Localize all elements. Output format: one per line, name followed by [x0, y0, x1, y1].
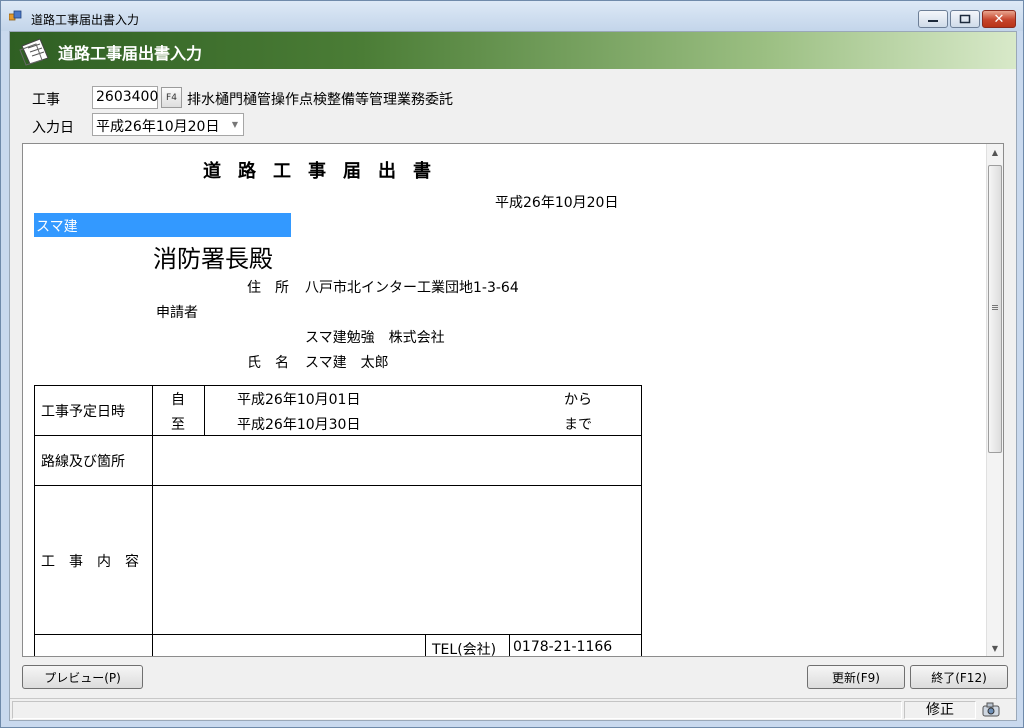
scroll-up-icon[interactable]: ▲	[987, 144, 1003, 160]
recipient-input[interactable]: スマ建	[34, 213, 291, 237]
close-icon: ✕	[993, 11, 1005, 27]
name-value: スマ建 太郎	[305, 355, 389, 371]
route-input[interactable]	[153, 436, 641, 484]
entry-date-label: 入力日	[32, 120, 74, 136]
construction-label: 工事	[32, 92, 60, 108]
tel-value[interactable]: 0178-21-1166	[513, 639, 612, 655]
entry-date-value: 平成26年10月20日	[96, 119, 220, 135]
status-message-panel	[12, 701, 902, 719]
update-button[interactable]: 更新(F9)	[807, 665, 905, 689]
addressee: 消防署長殿	[153, 245, 273, 273]
app-window: 道路工事届出書入力 ✕ 道路工事届出書入力 工事 2603400 F4 排水樋門…	[0, 0, 1024, 728]
construction-name: 排水樋門樋管操作点検整備等管理業務委託	[187, 92, 453, 108]
document-preview[interactable]: 道路工事届出書 平成26年10月20日 スマ建 消防署長殿 住 所 八戸市北イン…	[22, 143, 1004, 657]
name-label: 氏 名	[247, 355, 289, 371]
camera-icon	[982, 702, 1000, 717]
scroll-down-icon[interactable]: ▼	[987, 640, 1003, 656]
minimize-button[interactable]	[918, 10, 948, 28]
title-bar[interactable]: 道路工事届出書入力 ✕	[1, 1, 1023, 31]
preview-button[interactable]: プレビュー(P)	[22, 665, 143, 689]
document-date: 平成26年10月20日	[495, 195, 619, 211]
vertical-scrollbar[interactable]: ▲ ▼	[986, 144, 1003, 656]
status-bar: 修正	[10, 698, 1016, 720]
schedule-label: 工事予定日時	[41, 404, 125, 420]
address-label: 住 所	[247, 280, 289, 296]
document-title: 道路工事届出書	[203, 161, 448, 182]
address-value: 八戸市北インター工業団地1-3-64	[305, 280, 519, 296]
scroll-thumb[interactable]	[988, 165, 1002, 453]
window-title: 道路工事届出書入力	[31, 13, 140, 27]
from-suffix: から	[564, 392, 592, 408]
maximize-icon	[959, 14, 971, 24]
lookup-f4-button[interactable]: F4	[161, 87, 182, 108]
to-date[interactable]: 平成26年10月30日	[237, 414, 360, 434]
content-label: 工 事 内 容	[41, 554, 139, 570]
close-button[interactable]: ✕	[982, 10, 1016, 28]
chevron-down-icon[interactable]: ▼	[227, 114, 243, 135]
form-table: 工事予定日時 自 至 平成26年10月01日 平成26年10月30日 から まで…	[34, 385, 642, 657]
applicant-label: 申請者	[156, 305, 198, 321]
to-label: 至	[171, 417, 185, 433]
entry-date-picker[interactable]: 平成26年10月20日	[92, 113, 244, 136]
tel-label: TEL(会社)	[432, 642, 497, 657]
app-icon	[9, 10, 22, 21]
header-title: 道路工事届出書入力	[58, 44, 203, 63]
maximize-button[interactable]	[950, 10, 980, 28]
from-date[interactable]: 平成26年10月01日	[237, 389, 360, 409]
document-icon	[19, 38, 49, 66]
company-name: スマ建勉強 株式会社	[305, 330, 445, 346]
content-input[interactable]	[153, 486, 641, 633]
exit-button[interactable]: 終了(F12)	[910, 665, 1008, 689]
header-band: 道路工事届出書入力	[10, 32, 1016, 69]
client-area: 道路工事届出書入力 工事 2603400 F4 排水樋門樋管操作点検整備等管理業…	[9, 31, 1017, 721]
minimize-icon	[928, 20, 938, 22]
from-label: 自	[171, 392, 185, 408]
construction-code-input[interactable]: 2603400	[92, 86, 158, 109]
route-label: 路線及び箇所	[41, 454, 125, 470]
to-suffix: まで	[564, 417, 592, 433]
status-mode: 修正	[904, 701, 976, 719]
